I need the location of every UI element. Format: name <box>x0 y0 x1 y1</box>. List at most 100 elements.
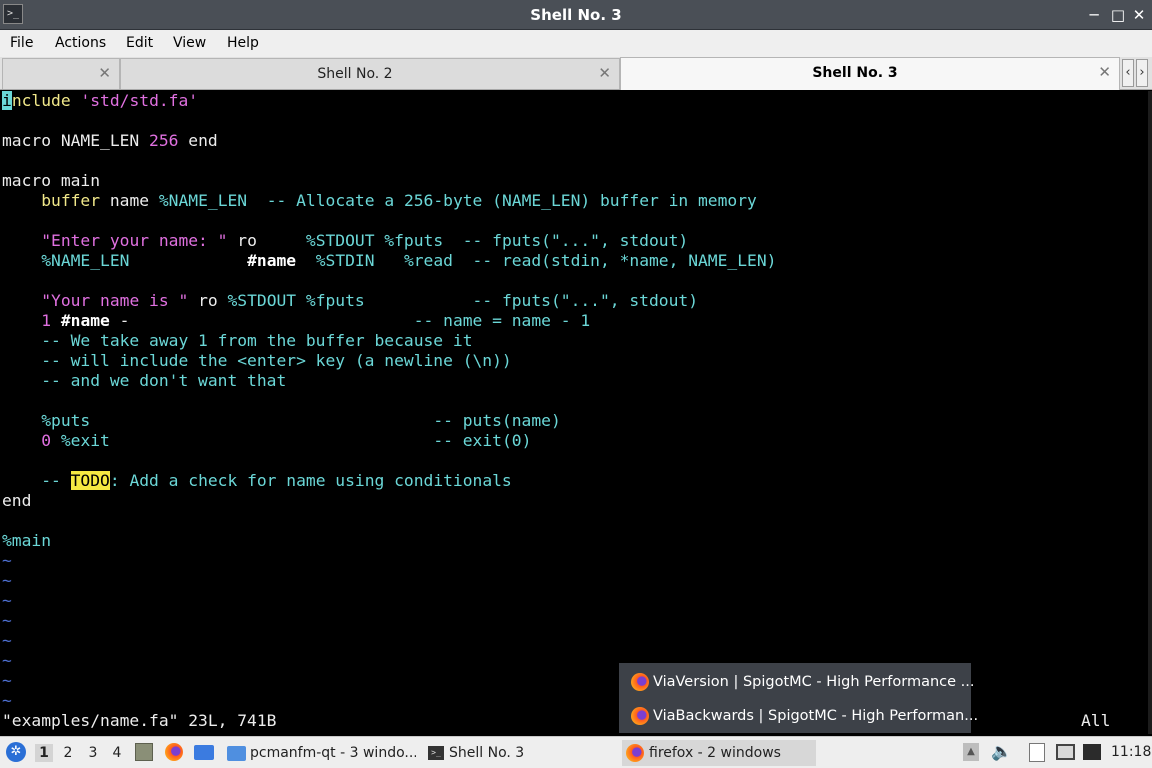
code-token: ro <box>188 291 228 310</box>
code-token: 0 <box>41 431 52 450</box>
tab-scroll-right-button[interactable]: › <box>1136 59 1148 87</box>
editor-line: "Your name is " ro %STDOUT %fputs -- fpu… <box>2 291 698 311</box>
editor-line: ~ <box>2 671 12 691</box>
editor-line: include 'std/std.fa' <box>2 91 198 111</box>
editor-line: end <box>2 491 31 511</box>
code-token: %puts <box>41 411 91 430</box>
keyboard-layout-icon[interactable] <box>1083 744 1101 760</box>
code-token: %main <box>2 531 52 550</box>
close-button[interactable]: ✕ <box>1129 5 1149 25</box>
volume-icon[interactable]: 🔈 <box>991 742 1012 762</box>
popup-item-viaversion[interactable]: ViaVersion | SpigotMC - High Performance… <box>619 665 975 699</box>
popup-item-label: ViaVersion | SpigotMC - High Performance… <box>653 674 975 690</box>
code-token: ~ <box>2 671 12 690</box>
code-token: macro NAME_LEN <box>2 131 150 150</box>
code-token: -- read(stdin, *name, NAME_LEN) <box>452 251 777 270</box>
show-desktop-icon[interactable] <box>194 745 214 760</box>
firefox-launcher[interactable] <box>165 743 183 765</box>
lxqt-start-icon[interactable]: ✲ <box>6 742 26 762</box>
menu-actions[interactable]: Actions <box>55 35 106 51</box>
code-token: name <box>100 191 159 210</box>
firefox-icon <box>626 744 644 762</box>
task-label: Shell No. 3 <box>449 745 525 761</box>
task-firefox[interactable]: firefox - 2 windows <box>622 740 816 766</box>
code-token: ro <box>227 231 306 250</box>
terminal-icon: >_ <box>428 746 444 760</box>
maximize-button[interactable]: □ <box>1108 5 1128 25</box>
terminal-view[interactable]: include 'std/std.fa' macro NAME_LEN 256 e… <box>0 91 1152 734</box>
menu-view[interactable]: View <box>173 35 206 51</box>
code-token: %NAME_LEN <box>158 191 248 210</box>
code-token: -- exit(0) <box>433 431 532 450</box>
editor-line: %NAME_LEN #name %STDIN %read -- read(std… <box>2 251 776 271</box>
clock[interactable]: 11:18 <box>1111 744 1151 760</box>
file-manager-icon[interactable] <box>135 743 153 761</box>
tab-shell-3[interactable]: Shell No. 3 ✕ <box>620 57 1120 90</box>
menu-file[interactable]: File <box>10 35 33 51</box>
window-titlebar[interactable]: >_ Shell No. 3 ─ □ ✕ <box>0 0 1152 30</box>
code-token: TODO <box>70 471 110 490</box>
code-token: ~ <box>2 651 12 670</box>
tab-shell-1[interactable]: ✕ <box>2 58 120 89</box>
folder-icon <box>227 746 246 761</box>
tab-close-icon[interactable]: ✕ <box>1098 63 1111 81</box>
code-token: -- fputs("...", stdout) <box>443 231 689 250</box>
desktop-3-button[interactable]: 3 <box>84 744 102 762</box>
taskbar-window-popup: ViaVersion | SpigotMC - High Performance… <box>619 663 978 733</box>
code-token: macro main <box>2 171 101 190</box>
code-token: -- Allocate a 256-byte (NAME_LEN) buffer… <box>247 191 757 210</box>
minimize-button[interactable]: ─ <box>1084 5 1104 25</box>
task-pcmanfm[interactable]: pcmanfm-qt - 3 windo... <box>224 740 416 766</box>
firefox-icon <box>631 707 649 725</box>
tray-up-arrow-icon[interactable]: ▲ <box>963 743 979 761</box>
popup-item-viabackwards[interactable]: ViaBackwards | SpigotMC - High Performan… <box>619 699 978 733</box>
code-token: i <box>2 91 12 110</box>
editor-line: ~ <box>2 691 12 711</box>
code-token: "Your name is " <box>41 291 189 310</box>
code-token: -- name = name - 1 <box>413 311 591 330</box>
editor-line: ~ <box>2 591 12 611</box>
task-label: pcmanfm-qt - 3 windo... <box>250 745 416 761</box>
editor-line: buffer name %NAME_LEN -- Allocate a 256-… <box>2 191 757 211</box>
tab-bar: ✕ Shell No. 2 ✕ Shell No. 3 ✕ ‹ › <box>0 57 1152 90</box>
tab-close-icon[interactable]: ✕ <box>598 64 611 82</box>
desktop-2-button[interactable]: 2 <box>59 744 77 762</box>
code-token: %NAME_LEN <box>41 251 130 270</box>
code-token: - <box>109 311 414 330</box>
code-token: ~ <box>2 691 12 710</box>
tab-shell-2[interactable]: Shell No. 2 ✕ <box>120 58 620 89</box>
terminal-scrollbar[interactable] <box>1148 91 1152 734</box>
task-shell-no-3[interactable]: >_ Shell No. 3 <box>422 740 617 766</box>
editor-line: macro NAME_LEN 256 end <box>2 131 218 151</box>
menu-edit[interactable]: Edit <box>126 35 153 51</box>
code-token: -- We take away 1 from the buffer becaus… <box>2 331 473 350</box>
editor-line: %puts -- puts(name) <box>2 411 561 431</box>
editor-line: ~ <box>2 651 12 671</box>
code-token: %STDOUT %fputs <box>227 291 365 310</box>
network-icon[interactable] <box>1056 744 1075 760</box>
editor-line: ~ <box>2 571 12 591</box>
desktop-4-button[interactable]: 4 <box>108 744 126 762</box>
editor-line: -- We take away 1 from the buffer becaus… <box>2 331 473 351</box>
code-token: %STDOUT %fputs <box>305 231 444 250</box>
tab-scroll-left-button[interactable]: ‹ <box>1122 59 1134 87</box>
vim-status-position: All <box>1081 711 1111 730</box>
code-token: nclude <box>11 91 71 110</box>
code-token: -- puts(name) <box>433 411 561 430</box>
menu-help[interactable]: Help <box>227 35 259 51</box>
desktop-1-button[interactable]: 1 <box>35 744 53 762</box>
firefox-icon <box>165 743 183 761</box>
code-token: #name <box>60 311 110 330</box>
code-token: : Add a check for name using conditional… <box>109 471 512 490</box>
clipboard-icon[interactable] <box>1029 743 1045 762</box>
tab-close-icon[interactable]: ✕ <box>98 64 111 82</box>
editor-line: 0 %exit -- exit(0) <box>2 431 531 451</box>
